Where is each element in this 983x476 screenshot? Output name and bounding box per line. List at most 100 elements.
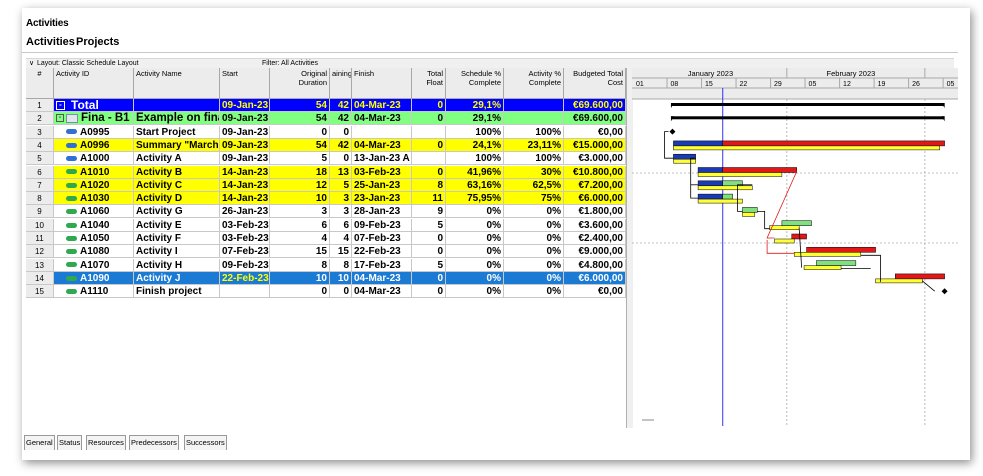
- activity-pct-cell[interactable]: 30%: [504, 165, 564, 179]
- total-float-cell[interactable]: 8: [412, 178, 446, 192]
- activity-name-cell[interactable]: [134, 99, 220, 112]
- schedule-pct-cell[interactable]: 0%: [446, 245, 504, 259]
- activity-name-cell[interactable]: Example on financ: [134, 112, 220, 126]
- schedule-pct-cell[interactable]: 0%: [446, 285, 504, 299]
- activity-name-cell[interactable]: Activity H: [134, 258, 220, 272]
- activity-name-cell[interactable]: Activity G: [134, 205, 220, 219]
- finish-date-cell[interactable]: 23-Jan-23: [352, 192, 412, 206]
- schedule-pct-cell[interactable]: 29,1%: [446, 112, 504, 126]
- budgeted-cost-cell[interactable]: €9.000,00: [564, 245, 626, 259]
- original-duration-cell[interactable]: 5: [270, 152, 330, 166]
- activity-pct-cell[interactable]: 75%: [504, 192, 564, 206]
- activity-name-cell[interactable]: Summary "Marching: [134, 138, 220, 152]
- total-float-cell[interactable]: 0: [412, 112, 446, 126]
- remaining-duration-cell[interactable]: 42: [330, 112, 352, 126]
- original-duration-cell[interactable]: 3: [270, 205, 330, 219]
- original-duration-cell[interactable]: 0: [270, 285, 330, 299]
- start-date-cell[interactable]: 07-Feb-23: [220, 245, 270, 259]
- activity-id-cell[interactable]: A1110: [54, 285, 134, 299]
- finish-date-cell[interactable]: 22-Feb-23: [352, 245, 412, 259]
- finish-date-cell[interactable]: 04-Mar-23: [352, 138, 412, 152]
- activity-id-cell[interactable]: A1050: [54, 232, 134, 245]
- activity-name-cell[interactable]: Finish project: [134, 285, 220, 299]
- finish-date-cell[interactable]: 13-Jan-23 A: [352, 152, 412, 166]
- total-float-cell[interactable]: 9: [412, 205, 446, 219]
- activity-pct-cell[interactable]: 0%: [504, 205, 564, 219]
- remaining-duration-cell[interactable]: 13: [330, 165, 352, 179]
- start-date-cell[interactable]: 09-Jan-23 A: [220, 112, 270, 126]
- tab-predecessors[interactable]: Predecessors: [129, 435, 179, 450]
- col-header-number[interactable]: #: [26, 68, 54, 99]
- finish-date-cell[interactable]: 25-Jan-23: [352, 178, 412, 192]
- original-duration-cell[interactable]: 10: [270, 192, 330, 206]
- total-float-cell[interactable]: 0: [412, 232, 446, 245]
- start-date-cell[interactable]: 22-Feb-23: [220, 271, 270, 285]
- total-float-cell[interactable]: 0: [412, 285, 446, 299]
- tab-general[interactable]: General: [24, 435, 55, 450]
- original-duration-cell[interactable]: 54: [270, 138, 330, 152]
- total-float-cell[interactable]: 5: [412, 258, 446, 272]
- remaining-duration-cell[interactable]: 5: [330, 178, 352, 192]
- tab-resources[interactable]: Resources: [86, 435, 126, 450]
- collapse-icon[interactable]: -: [56, 114, 64, 123]
- budgeted-cost-cell[interactable]: €69.600,00: [564, 112, 626, 126]
- original-duration-cell[interactable]: 10: [270, 271, 330, 285]
- start-date-cell[interactable]: 14-Jan-23 A: [220, 178, 270, 192]
- tab-activities[interactable]: Activities: [26, 35, 75, 50]
- activity-pct-cell[interactable]: [504, 112, 564, 126]
- schedule-pct-cell[interactable]: 100%: [446, 152, 504, 166]
- activity-name-cell[interactable]: Activity D: [134, 192, 220, 206]
- activity-pct-cell[interactable]: 23,11%: [504, 138, 564, 152]
- activity-pct-cell[interactable]: 100%: [504, 125, 564, 139]
- col-header-activity-id[interactable]: Activity ID: [54, 68, 134, 99]
- schedule-pct-cell[interactable]: 0%: [446, 271, 504, 285]
- total-float-cell[interactable]: 11: [412, 192, 446, 206]
- finish-date-cell[interactable]: 03-Feb-23: [352, 165, 412, 179]
- activity-name-cell[interactable]: Start Project: [134, 125, 220, 139]
- finish-date-cell[interactable]: [352, 125, 412, 139]
- total-float-cell[interactable]: 0: [412, 271, 446, 285]
- original-duration-cell[interactable]: 8: [270, 258, 330, 272]
- activity-pct-cell[interactable]: 62,5%: [504, 178, 564, 192]
- total-float-cell[interactable]: [412, 152, 446, 166]
- schedule-pct-cell[interactable]: 29,1%: [446, 99, 504, 112]
- start-date-cell[interactable]: [220, 285, 270, 299]
- budgeted-cost-cell[interactable]: €7.200,00: [564, 178, 626, 192]
- tab-successors[interactable]: Successors: [184, 435, 227, 450]
- start-date-cell[interactable]: 03-Feb-23: [220, 218, 270, 232]
- schedule-pct-cell[interactable]: 63,16%: [446, 178, 504, 192]
- activity-pct-cell[interactable]: [504, 99, 564, 112]
- finish-date-cell[interactable]: 04-Mar-23: [352, 99, 412, 112]
- budgeted-cost-cell[interactable]: €2.400,00: [564, 232, 626, 245]
- start-date-cell[interactable]: 14-Jan-23 A: [220, 165, 270, 179]
- schedule-pct-cell[interactable]: 0%: [446, 205, 504, 219]
- budgeted-cost-cell[interactable]: €3.600,00: [564, 218, 626, 232]
- schedule-pct-cell[interactable]: 0%: [446, 232, 504, 245]
- remaining-duration-cell[interactable]: 0: [330, 285, 352, 299]
- schedule-pct-cell[interactable]: 41,96%: [446, 165, 504, 179]
- activity-name-cell[interactable]: Activity F: [134, 232, 220, 245]
- activity-pct-cell[interactable]: 0%: [504, 245, 564, 259]
- total-float-cell[interactable]: [412, 125, 446, 139]
- schedule-pct-cell[interactable]: 100%: [446, 125, 504, 139]
- activity-pct-cell[interactable]: 0%: [504, 218, 564, 232]
- activity-id-cell[interactable]: A1070: [54, 258, 134, 272]
- activity-pct-cell[interactable]: 0%: [504, 258, 564, 272]
- budgeted-cost-cell[interactable]: €4.800,00: [564, 258, 626, 272]
- original-duration-cell[interactable]: 12: [270, 178, 330, 192]
- budgeted-cost-cell[interactable]: €10.800,00: [564, 165, 626, 179]
- activity-id-cell[interactable]: A1060: [54, 205, 134, 219]
- finish-date-cell[interactable]: 09-Feb-23: [352, 218, 412, 232]
- activity-id-cell[interactable]: A1000: [54, 152, 134, 166]
- start-date-cell[interactable]: 09-Jan-23 A: [220, 152, 270, 166]
- schedule-pct-cell[interactable]: 24,1%: [446, 138, 504, 152]
- col-header-remaining-duration[interactable]: aining: [330, 68, 352, 99]
- finish-date-cell[interactable]: 04-Mar-23: [352, 285, 412, 299]
- schedule-pct-cell[interactable]: 75,95%: [446, 192, 504, 206]
- activity-id-cell[interactable]: - Fina - B1: [54, 112, 134, 126]
- activity-id-cell[interactable]: A1090: [54, 271, 134, 285]
- remaining-duration-cell[interactable]: 0: [330, 125, 352, 139]
- budgeted-cost-cell[interactable]: €69.600,00: [564, 99, 626, 112]
- tab-projects[interactable]: Projects: [76, 35, 119, 50]
- budgeted-cost-cell[interactable]: €6.000,00: [564, 271, 626, 285]
